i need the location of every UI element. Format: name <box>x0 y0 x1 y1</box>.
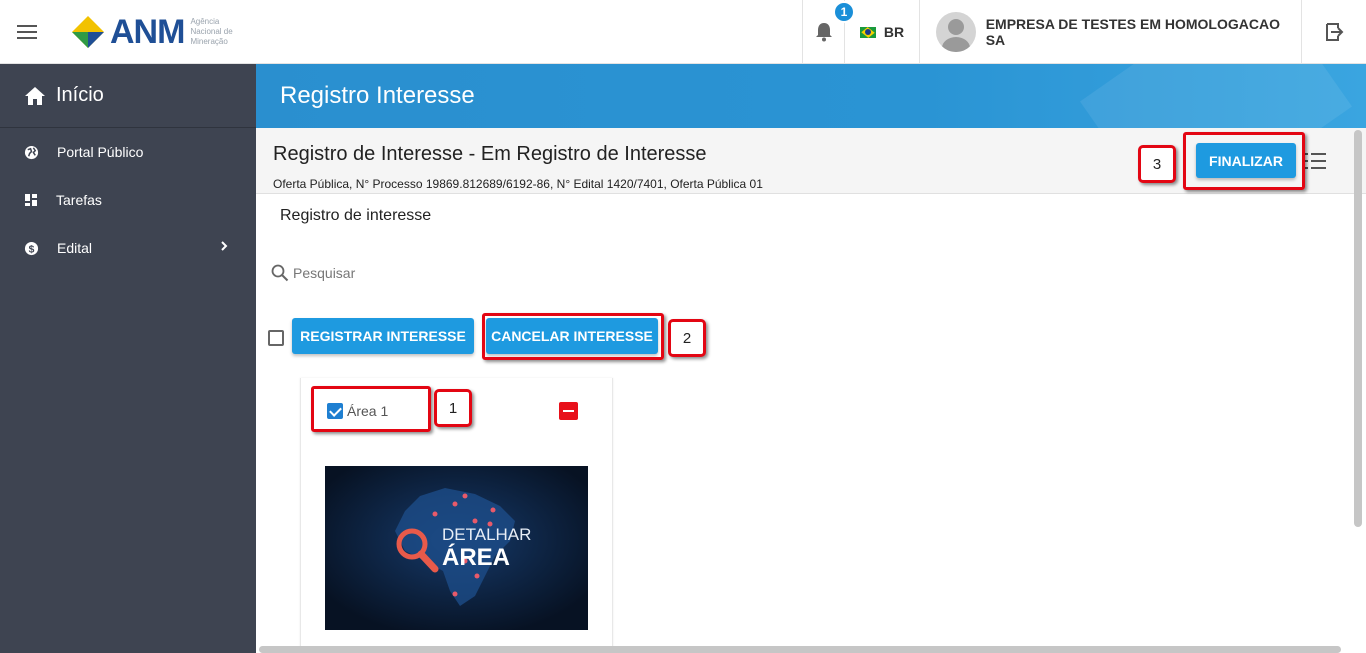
user-menu[interactable]: EMPRESA DE TESTES EM HOMOLOGACAO SA <box>919 0 1301 64</box>
user-name: EMPRESA DE TESTES EM HOMOLOGACAO SA <box>985 16 1280 48</box>
language-label: BR <box>883 24 905 40</box>
logo-subtitle: Agência Nacional de Mineração <box>190 17 233 46</box>
chevron-right-icon <box>221 241 228 251</box>
sidebar-item-label: Edital <box>57 240 93 256</box>
menu-icon[interactable] <box>17 25 37 41</box>
list-menu-icon[interactable] <box>1305 152 1327 170</box>
process-subtitle: Oferta Pública, N° Processo 19869.812689… <box>273 177 763 191</box>
vertical-scrollbar[interactable] <box>1354 130 1362 527</box>
top-bar: ANM Agência Nacional de Mineração 1 BR E… <box>0 0 1366 64</box>
brazil-map-image: DETALHAR ÁREA <box>325 466 588 630</box>
sidebar-home-label: Início <box>56 84 104 106</box>
area-checkbox-row[interactable]: Área 1 <box>327 403 388 419</box>
sidebar-item-label: Tarefas <box>56 192 102 208</box>
header-actions: 1 BR EMPRESA DE TESTES EM HOMOLOGACAO SA <box>802 0 1366 64</box>
banner-title: Registro Interesse <box>280 82 475 109</box>
notifications-button[interactable]: 1 <box>802 0 855 64</box>
logout-button[interactable] <box>1301 0 1366 64</box>
cancel-interest-button[interactable]: CANCELAR INTERESSE <box>486 318 658 354</box>
globe-icon <box>24 145 39 159</box>
image-caption-line1: DETALHAR <box>442 525 531 544</box>
bell-icon <box>815 23 832 42</box>
area-checkbox[interactable] <box>327 403 343 419</box>
area-label: Área 1 <box>347 403 389 419</box>
language-selector[interactable]: BR <box>844 0 919 64</box>
main-content: Registro Interesse Registro de Interesse… <box>256 64 1366 653</box>
process-header: Registro de Interesse - Em Registro de I… <box>256 128 1366 194</box>
logout-icon <box>1326 23 1344 41</box>
notification-badge: 1 <box>833 1 855 23</box>
search-field[interactable]: Pesquisar <box>271 264 355 282</box>
annotation-number-3: 3 <box>1138 145 1176 183</box>
sidebar-item-inicio[interactable]: Início <box>0 64 256 128</box>
finalize-button[interactable]: FINALIZAR <box>1196 143 1296 178</box>
image-caption-line2: ÁREA <box>442 543 510 571</box>
register-interest-button[interactable]: REGISTRAR INTERESSE <box>292 318 474 354</box>
sidebar-item-edital[interactable]: $ Edital <box>0 224 256 272</box>
dollar-icon: $ <box>24 241 39 255</box>
logo-diamond-icon <box>72 16 104 48</box>
detail-area-image[interactable]: DETALHAR ÁREA <box>325 466 588 630</box>
select-all-checkbox[interactable] <box>268 330 284 346</box>
annotation-number-2: 2 <box>668 319 706 357</box>
anm-logo[interactable]: ANM Agência Nacional de Mineração <box>70 13 240 51</box>
sidebar: Início Portal Público Tarefas $ Edital <box>0 64 256 653</box>
logo-text: ANM <box>110 12 185 51</box>
svg-text:$: $ <box>29 244 35 255</box>
page-title: Registro de Interesse - Em Registro de I… <box>273 143 707 165</box>
sidebar-item-portal-publico[interactable]: Portal Público <box>0 128 256 176</box>
brazil-flag-icon <box>859 26 876 38</box>
search-icon <box>271 264 289 282</box>
sidebar-item-tarefas[interactable]: Tarefas <box>0 176 256 224</box>
horizontal-scrollbar[interactable] <box>259 646 1341 653</box>
search-placeholder: Pesquisar <box>293 265 356 281</box>
remove-area-button[interactable] <box>559 402 578 420</box>
page-banner: Registro Interesse <box>256 64 1366 128</box>
section-label: Registro de interesse <box>280 207 432 224</box>
grid-icon <box>25 194 37 206</box>
sidebar-item-label: Portal Público <box>57 144 144 160</box>
home-icon <box>25 86 45 105</box>
annotation-number-1: 1 <box>434 389 472 427</box>
avatar <box>936 12 976 52</box>
